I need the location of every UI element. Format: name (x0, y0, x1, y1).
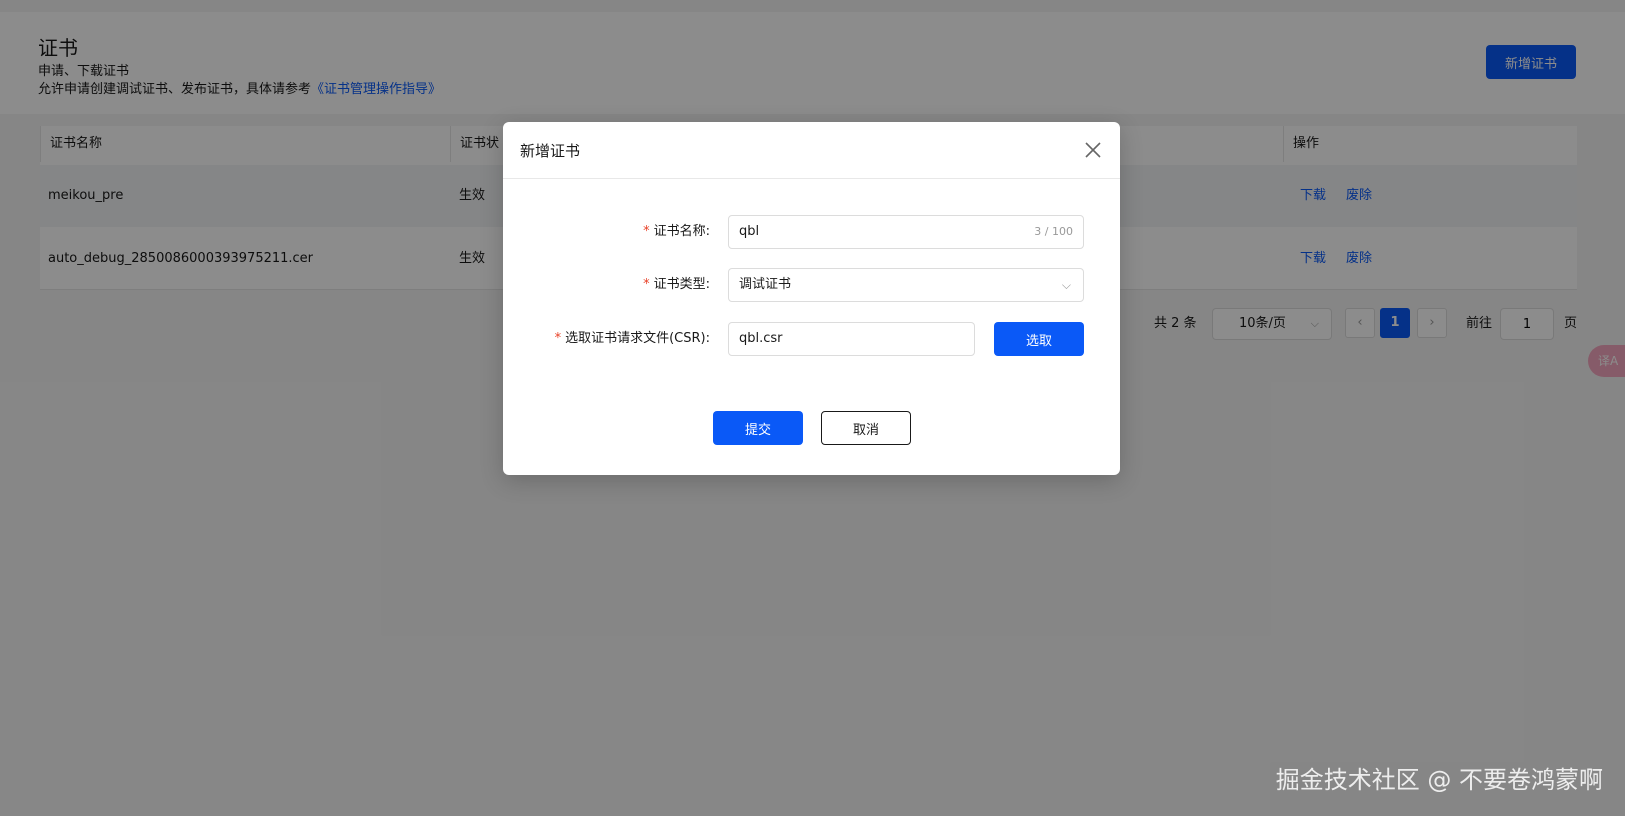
close-icon[interactable] (1083, 140, 1103, 160)
choose-file-button[interactable]: 选取 (994, 322, 1084, 356)
certificate-type-select[interactable]: 调试证书 ⌵ (728, 268, 1084, 302)
certificate-name-value: qbl (739, 224, 760, 239)
submit-button[interactable]: 提交 (713, 411, 803, 445)
char-counter: 3 / 100 (1034, 225, 1073, 238)
certificate-name-input[interactable]: qbl 3 / 100 (728, 215, 1084, 249)
dialog-divider (503, 178, 1120, 179)
cancel-button[interactable]: 取消 (821, 411, 911, 445)
dialog-title: 新增证书 (520, 142, 581, 160)
certificate-type-value: 调试证书 (739, 277, 792, 292)
csr-file-value: qbl.csr (739, 331, 783, 346)
type-label: * 证书类型: (643, 277, 710, 292)
name-label: * 证书名称: (643, 224, 710, 239)
add-certificate-dialog: 新增证书 * 证书名称: qbl 3 / 100 * 证书类型: 调试证书 ⌵ * 选… (503, 122, 1120, 475)
csr-file-label: * 选取证书请求文件(CSR): (554, 331, 710, 346)
required-mark: * (643, 224, 650, 239)
required-mark: * (643, 277, 650, 292)
csr-file-input[interactable]: qbl.csr (728, 322, 975, 356)
chevron-down-icon: ⌵ (1061, 278, 1071, 292)
watermark: 掘金技术社区 @ 不要卷鸿蒙啊 (1275, 766, 1603, 794)
required-mark: * (554, 331, 562, 346)
